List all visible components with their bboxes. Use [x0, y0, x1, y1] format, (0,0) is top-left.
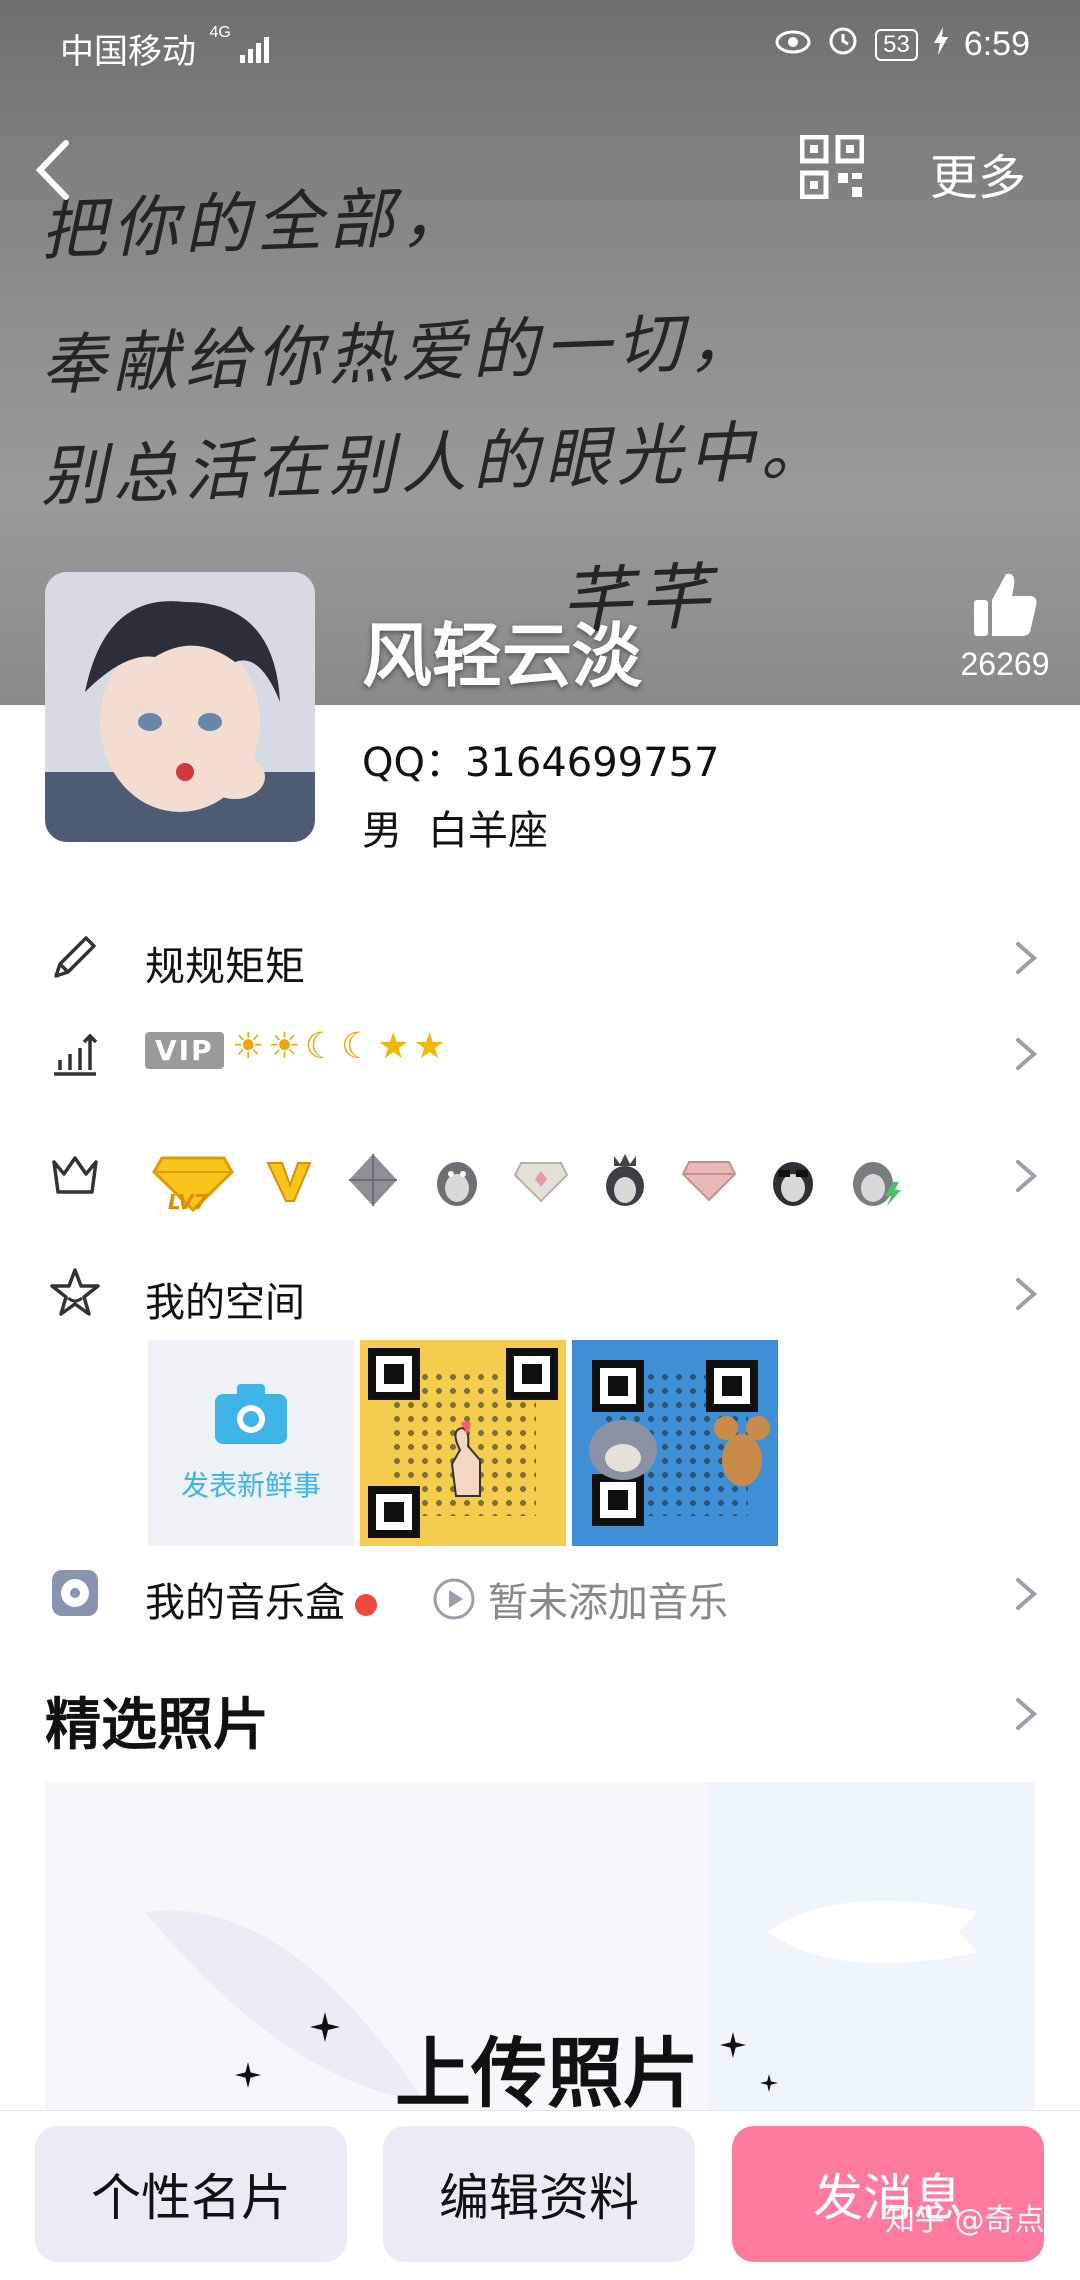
- post-new-label: 发表新鲜事: [180, 1469, 321, 1502]
- network-label: 4G: [209, 24, 231, 41]
- clock-time: 6:59: [963, 25, 1030, 63]
- red-dot-indicator: [355, 1594, 377, 1616]
- signature-row[interactable]: 规规矩矩: [0, 912, 1080, 1002]
- status-bar: 中国移动 4G 53 6:59: [0, 0, 1080, 90]
- music-row[interactable]: 我的音乐盒 暂未添加音乐: [0, 1548, 1080, 1638]
- v1-badge-icon: [258, 1149, 320, 1211]
- nickname: 风轻云淡: [362, 615, 642, 697]
- feather-decoration-icon: [768, 1900, 978, 1964]
- qq-number: QQ：3164699757: [362, 740, 720, 786]
- badge-lv7-label: LV7: [168, 1190, 208, 1214]
- sun-icon: ☀: [268, 1026, 301, 1067]
- send-message-button[interactable]: 发消息: [732, 2126, 1044, 2262]
- qr-code-button[interactable]: [799, 134, 865, 200]
- gender-zodiac: 男白羊座: [362, 798, 548, 856]
- space-photo-thumbnail[interactable]: [360, 1340, 566, 1546]
- photos-section-title: 精选照片: [45, 1693, 269, 1758]
- pink-diamond-grey-icon: [510, 1149, 572, 1211]
- star-icon: ★: [377, 1026, 410, 1067]
- chevron-right-icon: [1016, 1278, 1038, 1310]
- qr-code-icon: [799, 134, 865, 200]
- chevron-right-icon[interactable]: [1014, 1696, 1038, 1732]
- qr-finder: [506, 1348, 558, 1400]
- music-box-icon: [52, 1570, 98, 1616]
- moon-icon: ☾: [340, 1026, 374, 1067]
- back-button[interactable]: [28, 135, 78, 205]
- sparkle-icon: [310, 2012, 340, 2042]
- star-icon: ★: [413, 1026, 446, 1067]
- post-new-button[interactable]: 发表新鲜事: [148, 1340, 354, 1546]
- battery-indicator: 53: [875, 28, 918, 61]
- edit-profile-button[interactable]: 编辑资料: [383, 2126, 695, 2262]
- sparkle-icon: [760, 2074, 778, 2092]
- avatar-image: [45, 572, 315, 842]
- signature-text: 规规矩矩: [145, 944, 305, 990]
- finger-heart-icon: [450, 1420, 481, 1497]
- avatar[interactable]: [45, 572, 315, 842]
- space-label: 我的空间: [145, 1280, 305, 1326]
- qr-finder: [706, 1360, 758, 1412]
- music-label-text: 我的音乐盒: [145, 1580, 345, 1626]
- cover-handwriting-line-3: 别总活在别人的眼光中。: [39, 411, 834, 516]
- lightning-penguin-icon: [846, 1149, 908, 1211]
- crown-penguin-icon: [594, 1149, 656, 1211]
- play-circle-icon: [433, 1578, 475, 1620]
- yellow-diamond-badge: LV7: [150, 1140, 236, 1220]
- camera-icon: [215, 1384, 287, 1444]
- chevron-right-icon: [1016, 1160, 1038, 1192]
- zodiac: 白羊座: [428, 808, 548, 854]
- qr-finder: [368, 1486, 420, 1538]
- carrier-label: 中国移动: [60, 33, 196, 71]
- level-row[interactable]: VIP ☀ ☀ ☾ ☾ ★ ★: [0, 1008, 1080, 1098]
- music-label: 我的音乐盒: [145, 1570, 377, 1628]
- upload-photo-area[interactable]: 上传照片: [45, 1782, 1035, 2112]
- chevron-right-icon: [1016, 1578, 1038, 1610]
- space-photo-thumbnail[interactable]: [572, 1340, 778, 1546]
- signal-icon: [240, 33, 270, 71]
- like-button[interactable]: 26269: [955, 570, 1055, 683]
- crown-icon: [52, 1156, 98, 1194]
- pink-diamond-icon: [678, 1149, 740, 1211]
- badge-list: LV7: [150, 1140, 908, 1220]
- cover-handwriting-line-1: 把你的全部，: [38, 177, 474, 270]
- more-button[interactable]: 更多: [930, 138, 1026, 208]
- grey-penguin-icon: [426, 1149, 488, 1211]
- cartoon-cat-icon: [589, 1420, 657, 1480]
- grey-crystal-icon: [342, 1149, 404, 1211]
- moon-icon: ☾: [304, 1026, 337, 1067]
- music-empty[interactable]: 暂未添加音乐: [432, 1570, 728, 1628]
- chevron-left-icon: [35, 140, 69, 200]
- feather-decoration-icon: [145, 1910, 425, 2102]
- like-count: 26269: [960, 646, 1050, 682]
- charging-icon: [933, 25, 948, 64]
- sun-icon: ☀: [232, 1026, 265, 1067]
- star-outline-icon: [50, 1268, 100, 1316]
- music-empty-label: 暂未添加音乐: [488, 1580, 728, 1626]
- eye-icon: [775, 25, 811, 64]
- photo-placeholder-right: [708, 1782, 1035, 2112]
- upload-photo-label: 上传照片: [395, 2029, 699, 2112]
- watermark: 知乎 @奇点: [885, 2203, 1045, 2238]
- sparkle-icon: [235, 2062, 261, 2088]
- space-thumbnails: 发表新鲜事: [148, 1340, 778, 1546]
- sunglasses-penguin-icon: [762, 1149, 824, 1211]
- vip-tag: VIP: [145, 1032, 224, 1069]
- space-row[interactable]: 我的空间: [0, 1248, 1080, 1338]
- level-icons: ☀ ☀ ☾ ☾ ★ ★: [232, 1026, 446, 1067]
- pencil-icon: [54, 936, 96, 978]
- cover-handwriting-line-2: 奉献给你热爱的一切，: [39, 302, 762, 405]
- alarm-icon: [827, 24, 859, 65]
- sparkle-icon: [720, 2032, 746, 2058]
- profile-card-button[interactable]: 个性名片: [35, 2126, 347, 2262]
- badges-row[interactable]: LV7: [0, 1130, 1080, 1220]
- thumbs-up-icon: [974, 573, 1037, 636]
- chevron-right-icon: [1016, 1038, 1038, 1070]
- cartoon-mouse-icon: [714, 1416, 770, 1486]
- chevron-right-icon: [1016, 942, 1038, 974]
- qr-finder: [368, 1348, 420, 1400]
- gender: 男: [362, 808, 402, 854]
- level-chart-icon: [54, 1033, 98, 1076]
